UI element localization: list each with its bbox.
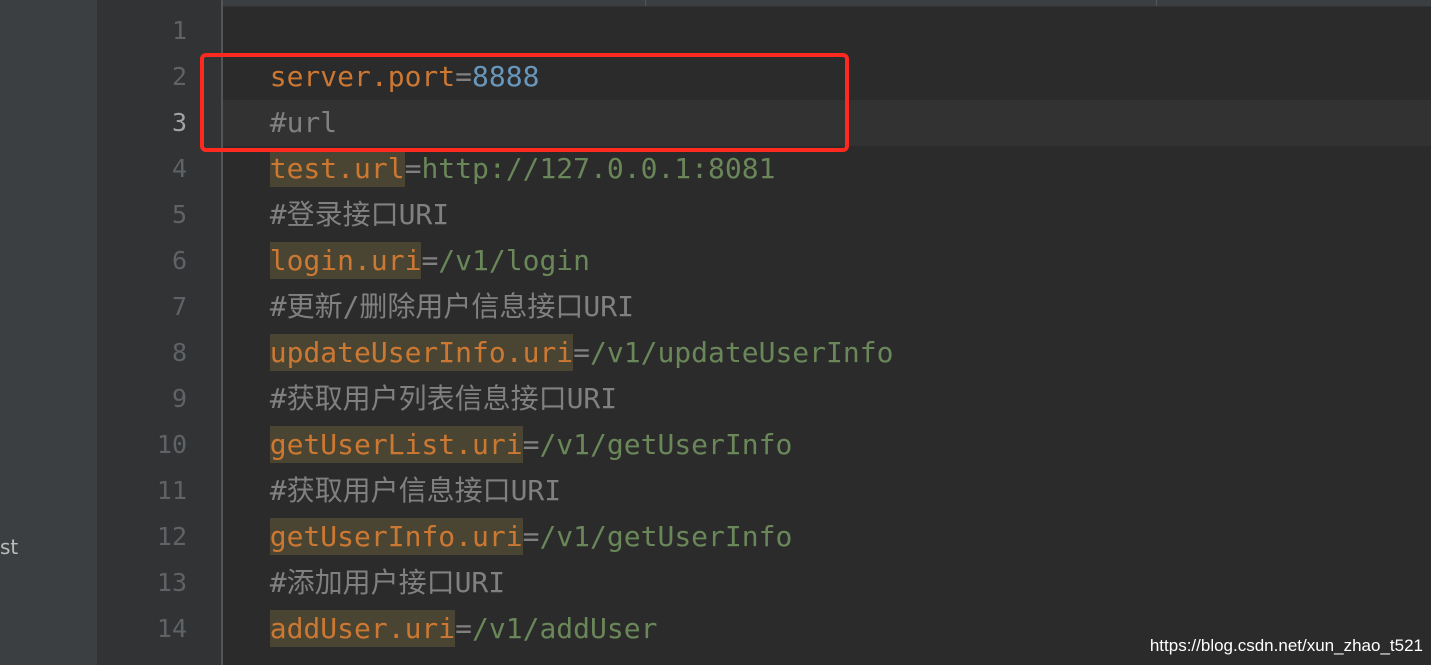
- line-number: 12: [156, 522, 187, 551]
- property-separator: =: [522, 520, 540, 553]
- property-value: /v1/getUserInfo: [539, 520, 793, 553]
- line-number: 8: [171, 338, 187, 367]
- code-line-property[interactable]: login.uri=/v1/login: [236, 192, 590, 279]
- red-annotation-box: [200, 53, 849, 152]
- line-number: 14: [156, 614, 187, 643]
- property-value: http://127.0.0.1:8081: [421, 152, 776, 185]
- editor-tab-strip: [97, 0, 1431, 7]
- line-number: 10: [156, 430, 187, 459]
- tab-separator: [1156, 0, 1157, 6]
- code-line-comment[interactable]: #登录接口URI: [236, 146, 449, 231]
- line-number: 9: [171, 384, 187, 413]
- code-line-property[interactable]: updateUserInfo.uri=/v1/updateUserInfo: [236, 284, 893, 371]
- code-line-property[interactable]: addUser.uri=/v1/addUser: [236, 560, 657, 647]
- line-number: 6: [171, 246, 187, 275]
- code-line-comment[interactable]: #更新/删除用户信息接口URI: [236, 238, 634, 323]
- code-line-property[interactable]: getUserInfo.uri=/v1/getUserInfo: [236, 468, 792, 555]
- line-number: 11: [156, 476, 187, 505]
- code-line-comment[interactable]: #获取用户列表信息接口URI: [236, 330, 617, 415]
- property-key: addUser.uri: [269, 610, 456, 647]
- code-line-property[interactable]: getUserList.uri=/v1/getUserInfo: [236, 376, 792, 463]
- code-line-property[interactable]: server.port=8888: [236, 8, 540, 93]
- tab-separator: [645, 0, 646, 6]
- line-number: 4: [171, 154, 187, 183]
- property-value: /v1/getUserInfo: [539, 428, 793, 461]
- line-number-current: 3: [171, 108, 187, 137]
- project-side-panel: st: [0, 0, 97, 665]
- line-number: 2: [171, 62, 187, 91]
- line-number: 7: [171, 292, 187, 321]
- line-number: 5: [171, 200, 187, 229]
- side-panel-item-label[interactable]: st: [0, 533, 18, 561]
- line-number: 1: [171, 16, 187, 45]
- property-separator: =: [455, 612, 473, 645]
- code-line-comment[interactable]: #获取用户信息接口URI: [236, 422, 561, 507]
- watermark: https://blog.csdn.net/xun_zhao_t521: [1149, 636, 1423, 655]
- property-value: /v1/updateUserInfo: [590, 336, 894, 369]
- property-value: /v1/addUser: [472, 612, 658, 645]
- line-number: 13: [156, 568, 187, 597]
- code-line-comment[interactable]: #添加用户接口URI: [236, 514, 505, 599]
